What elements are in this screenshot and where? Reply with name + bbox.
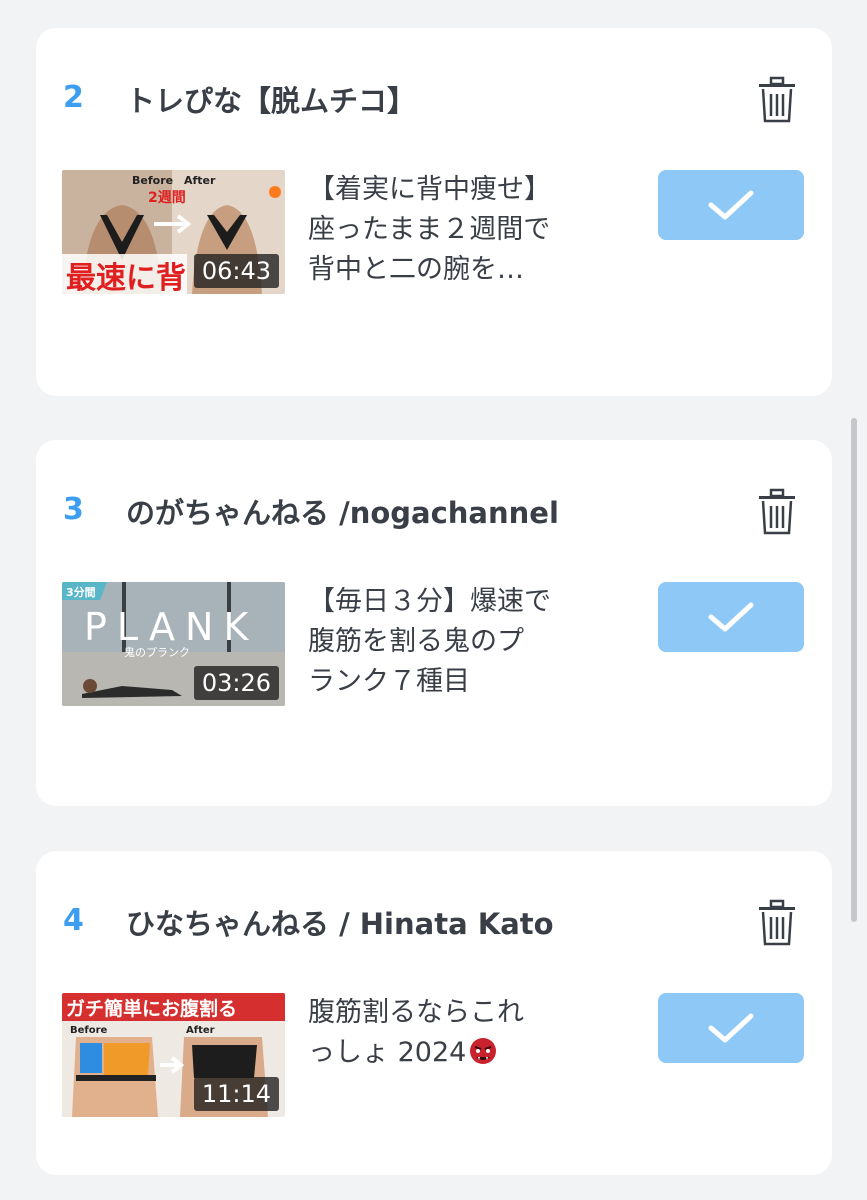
thumb-after-label: After xyxy=(184,174,216,187)
check-icon xyxy=(708,602,754,632)
video-title[interactable]: 腹筋割るならこれ っしょ 2024 xyxy=(308,993,628,1073)
check-icon xyxy=(708,1013,754,1043)
video-title-line: 【着実に背中痩せ】 xyxy=(308,174,551,205)
video-card: 2 トレぴな【脱ムチコ】 最速に背 Before After 2週間 06:43 xyxy=(36,28,832,396)
trash-icon[interactable] xyxy=(756,899,798,947)
video-title-line: 座ったまま２週間で xyxy=(308,214,551,245)
video-title-line: 背中と二の腕を… xyxy=(308,254,524,285)
thumb-caption: 最速に背 xyxy=(66,261,186,294)
video-thumbnail[interactable]: 3分間 PLANK 鬼のプランク 03:26 xyxy=(62,582,285,706)
video-thumbnail[interactable]: 最速に背 Before After 2週間 06:43 xyxy=(62,170,285,294)
ogre-emoji-icon xyxy=(470,1037,497,1064)
video-title-line: 腹筋割るならこれ xyxy=(308,997,524,1028)
video-card: 4 ひなちゃんねる / Hinata Kato ガチ簡単にお腹割る Before… xyxy=(36,851,832,1175)
channel-name: ひなちゃんねる / Hinata Kato xyxy=(126,907,554,941)
video-title[interactable]: 【毎日３分】爆速で 腹筋を割る鬼のプ ランク７種目 xyxy=(308,582,628,702)
video-title-text: っしょ 2024 xyxy=(308,1037,467,1068)
complete-button[interactable] xyxy=(658,993,804,1063)
thumb-weeks-label: 2週間 xyxy=(148,190,186,206)
thumb-banner: ガチ簡単にお腹割る xyxy=(66,997,237,1020)
channel-name: トレぴな【脱ムチコ】 xyxy=(126,84,417,118)
thumb-after-label: After xyxy=(186,1025,215,1036)
trash-icon[interactable] xyxy=(756,76,798,124)
channel-name: のがちゃんねる /nogachannel xyxy=(126,496,559,530)
thumb-sub-text: 鬼のプランク xyxy=(124,645,190,659)
video-title-line: っしょ 2024 xyxy=(308,1033,628,1073)
video-card: 3 のがちゃんねる /nogachannel 3分間 PLANK 鬼のプランク … xyxy=(36,440,832,806)
complete-button[interactable] xyxy=(658,170,804,240)
thumb-before-label: Before xyxy=(70,1025,108,1036)
thumb-badge: 3分間 xyxy=(66,585,96,599)
rank-number: 4 xyxy=(63,903,84,938)
video-thumbnail[interactable]: ガチ簡単にお腹割る Before After 11:14 xyxy=(62,993,285,1117)
check-icon xyxy=(708,190,754,220)
thumb-big-text: PLANK xyxy=(84,605,258,649)
scrollbar[interactable] xyxy=(851,418,857,922)
rank-number: 3 xyxy=(63,492,84,527)
video-title-line: ランク７種目 xyxy=(308,666,470,697)
video-duration: 03:26 xyxy=(193,666,279,700)
video-duration: 06:43 xyxy=(193,254,279,288)
thumb-before-label: Before xyxy=(132,174,173,187)
trash-icon[interactable] xyxy=(756,488,798,536)
video-title-line: 【毎日３分】爆速で xyxy=(308,586,551,617)
video-title[interactable]: 【着実に背中痩せ】 座ったまま２週間で 背中と二の腕を… xyxy=(308,170,628,290)
video-duration: 11:14 xyxy=(193,1077,279,1111)
complete-button[interactable] xyxy=(658,582,804,652)
video-title-line: 腹筋を割る鬼のプ xyxy=(308,626,524,657)
rank-number: 2 xyxy=(63,80,84,115)
